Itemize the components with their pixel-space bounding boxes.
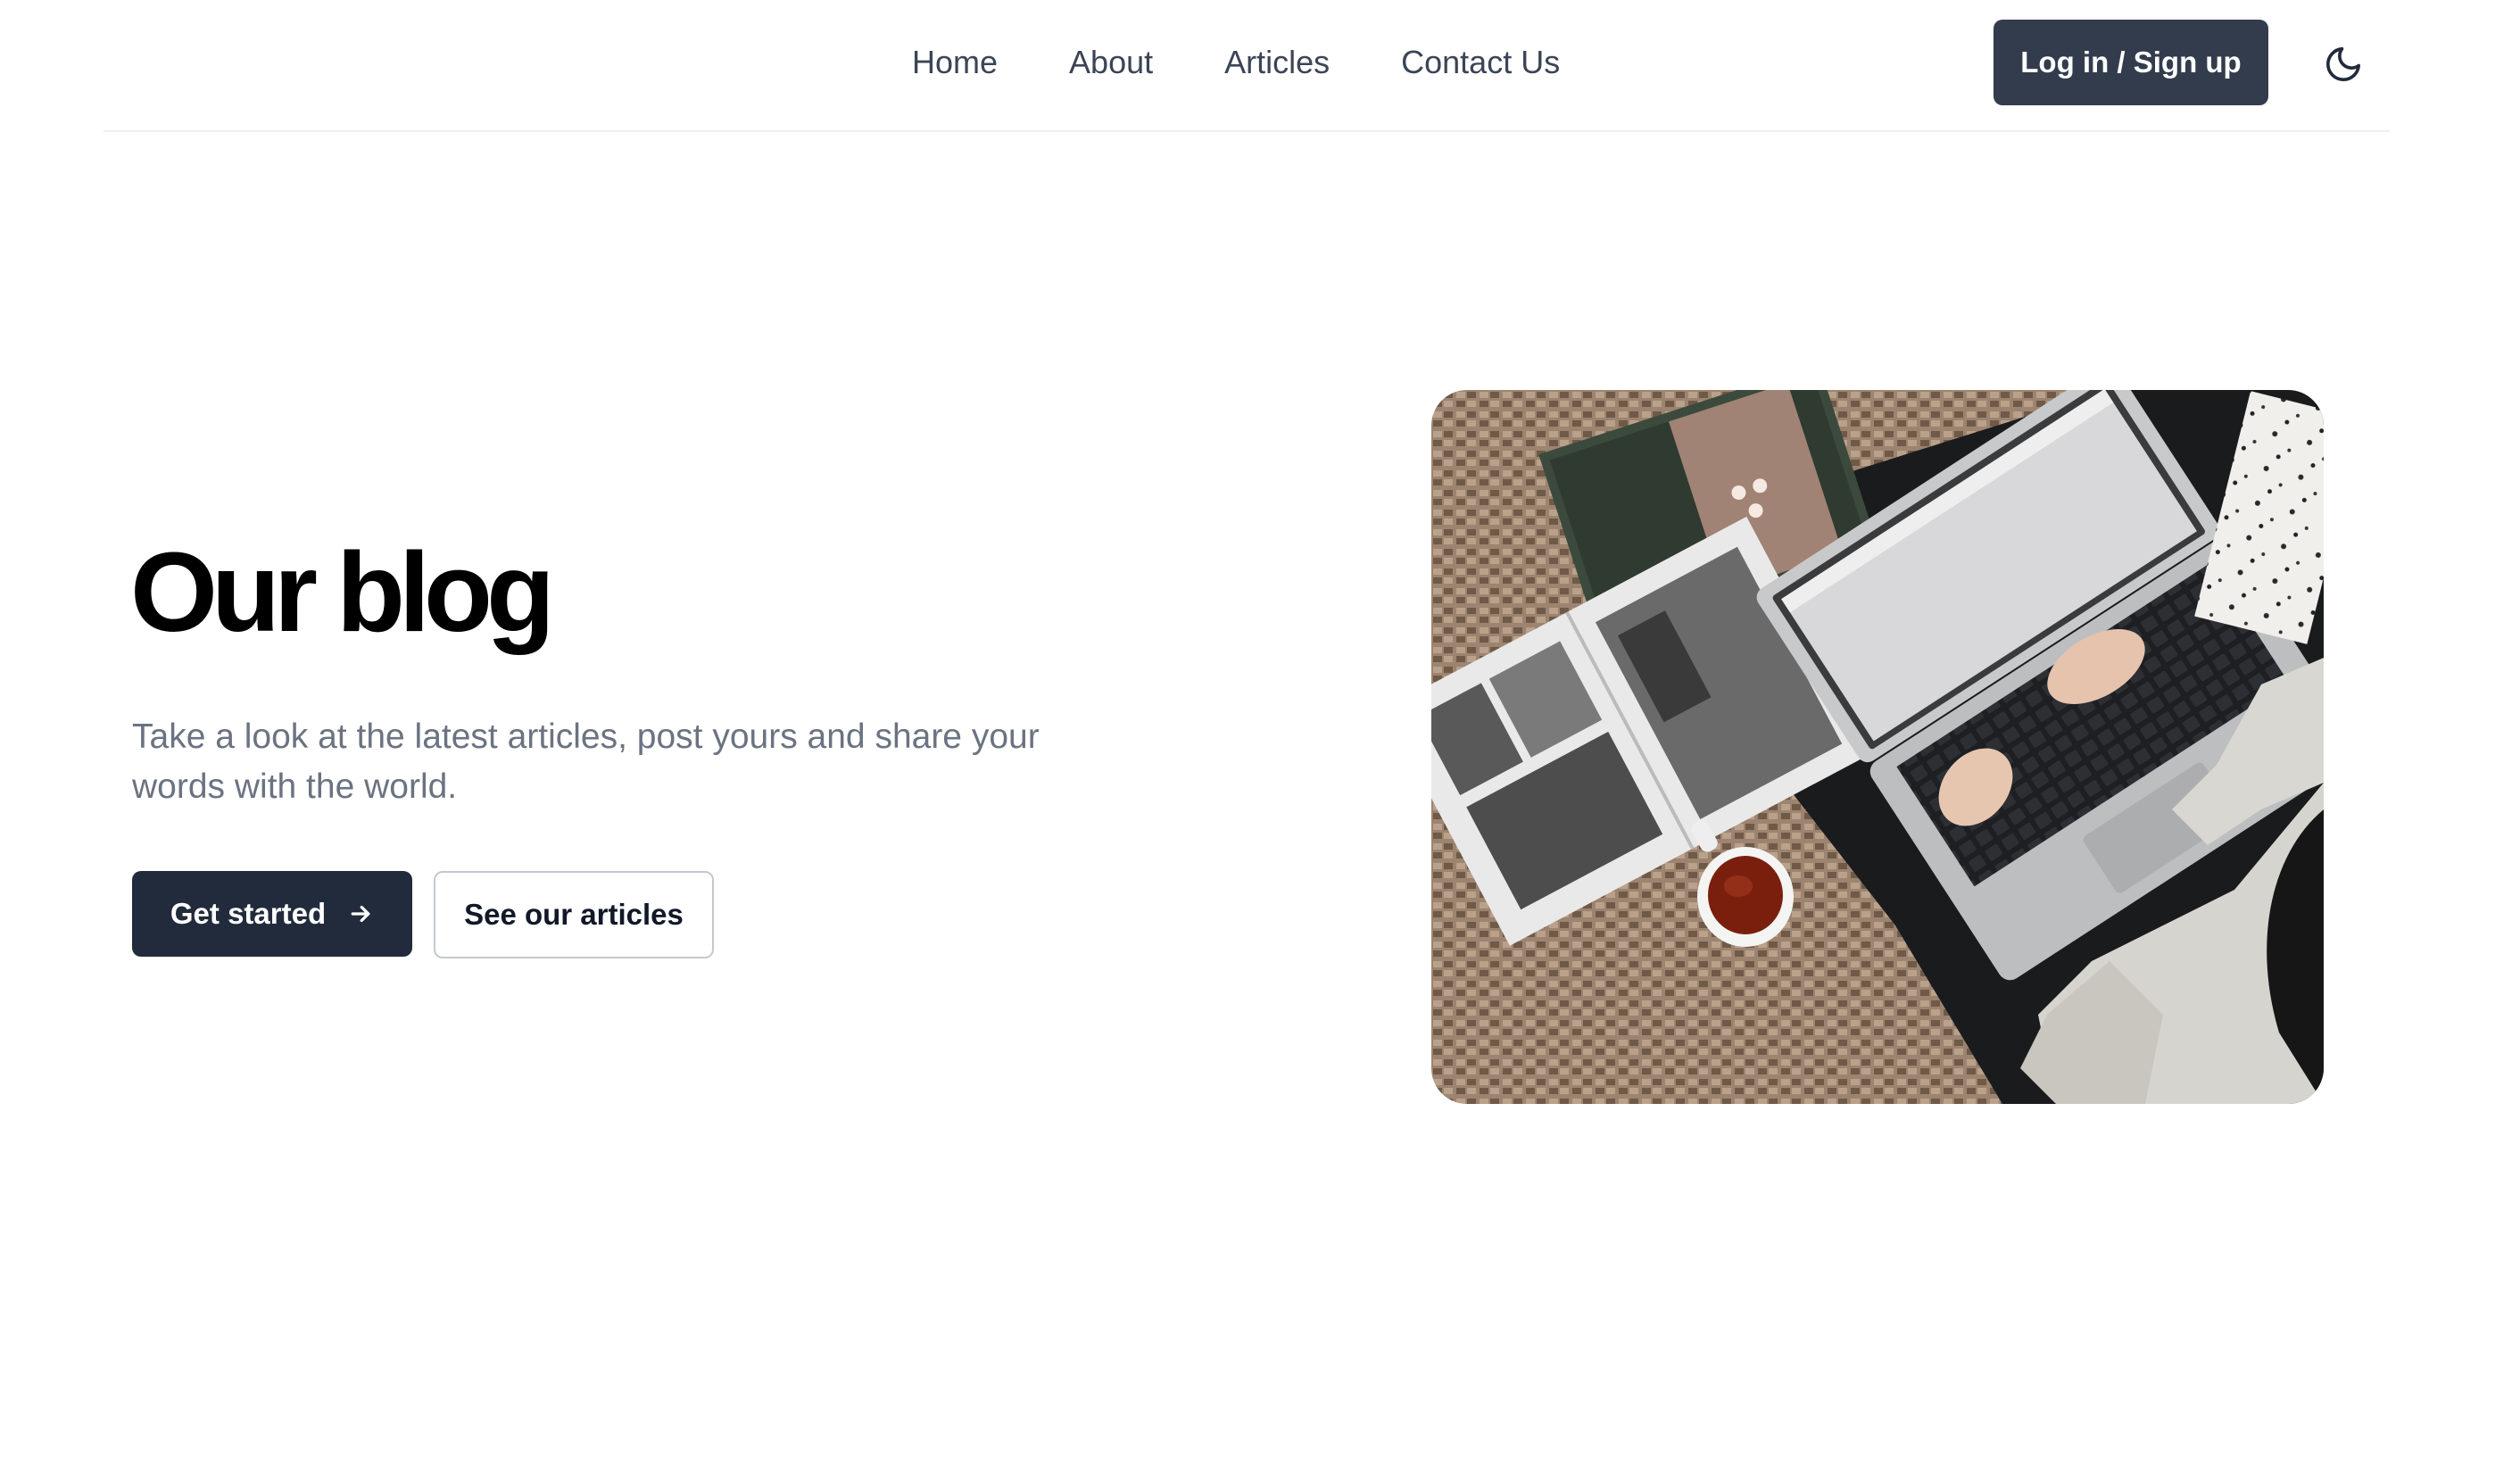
moon-icon (2326, 46, 2361, 81)
hero-image-illustration (1431, 390, 2324, 1104)
nav-link-contact-us[interactable]: Contact Us (1401, 39, 1560, 86)
theme-toggle-button[interactable] (2318, 39, 2368, 89)
page: Home About Articles Contact Us Log in / … (0, 0, 2520, 1460)
login-signup-button[interactable]: Log in / Sign up (1994, 20, 2268, 105)
nav-link-articles[interactable]: Articles (1224, 39, 1330, 86)
get-started-label: Get started (170, 897, 327, 930)
main-nav: Home About Articles Contact Us (912, 39, 1560, 86)
see-articles-button[interactable]: See our articles (434, 871, 714, 958)
site-header: Home About Articles Contact Us Log in / … (104, 0, 2390, 132)
hero-subtitle: Take a look at the latest articles, post… (132, 718, 1040, 806)
get-started-button[interactable]: Get started (132, 871, 412, 957)
hero-actions: Get started See our articles (132, 871, 714, 958)
nav-link-home[interactable]: Home (912, 39, 998, 86)
arrow-right-icon (351, 905, 370, 923)
page-title: Our blog (130, 529, 555, 655)
hero-image (1431, 390, 2324, 1104)
nav-link-about[interactable]: About (1069, 39, 1153, 86)
